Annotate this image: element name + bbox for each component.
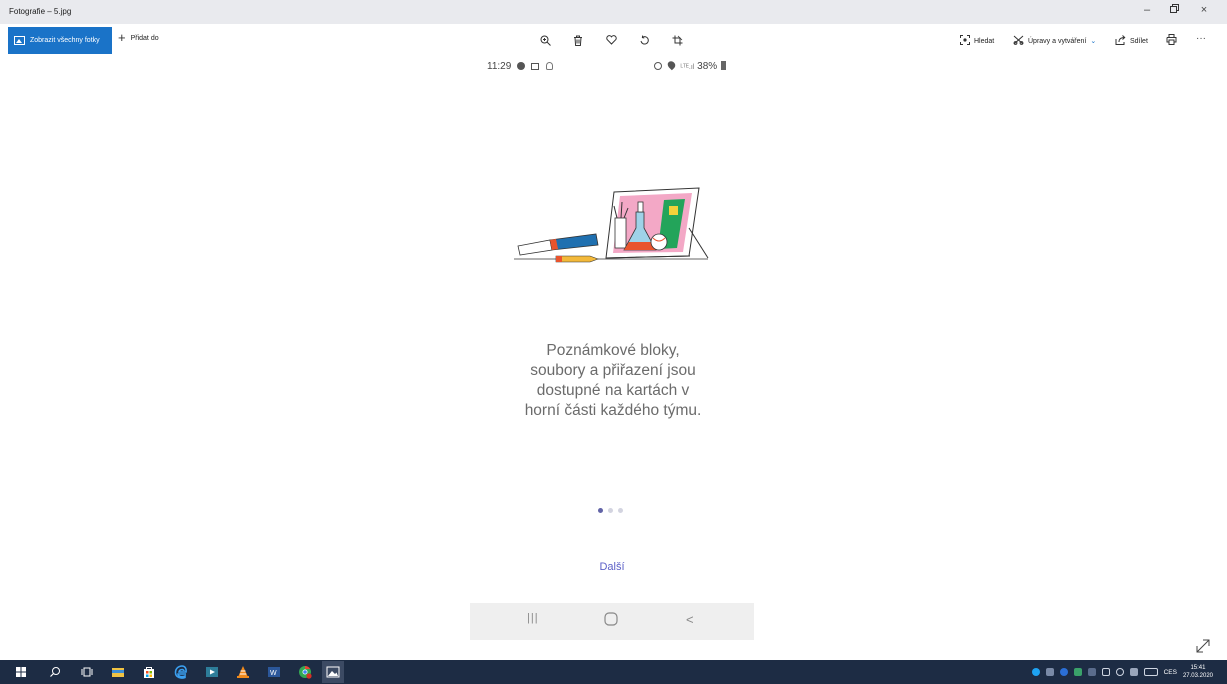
app-notification-icon xyxy=(545,62,553,70)
edit-create-icon xyxy=(1013,35,1024,47)
more-options-button[interactable]: ··· xyxy=(1196,33,1206,44)
tray-app-icon[interactable] xyxy=(1087,668,1096,676)
system-tray: CES 15:41 27.03.2020 xyxy=(1031,660,1227,684)
edit-create-button[interactable]: Úpravy a vytváření ⌄ xyxy=(1013,35,1096,47)
message-line: Poznámkové bloky, xyxy=(546,342,680,359)
battery-icon xyxy=(720,61,726,70)
add-to-label: Přidat do xyxy=(130,34,159,42)
search-label: Hledat xyxy=(974,37,995,45)
gallery-icon xyxy=(530,63,539,70)
android-nav-bar: ||| < xyxy=(470,603,754,640)
message-line: dostupné na kartách v xyxy=(536,382,690,399)
expand-icon[interactable] xyxy=(1195,638,1211,654)
photo-icon xyxy=(14,36,25,45)
search-icon xyxy=(960,35,970,47)
add-to-button[interactable]: + Přidat do xyxy=(118,30,159,45)
page-dot xyxy=(618,508,623,513)
edge-icon[interactable] xyxy=(174,665,188,679)
teams-files-illustration xyxy=(514,186,710,269)
clock-date: 27.03.2020 xyxy=(1182,673,1213,679)
svg-text:W: W xyxy=(270,670,277,677)
maximize-button[interactable] xyxy=(1163,4,1185,16)
keyboard-icon[interactable] xyxy=(1143,668,1158,676)
location-icon xyxy=(665,59,677,71)
network-icon[interactable] xyxy=(1101,668,1110,676)
facebook-icon xyxy=(517,62,526,70)
share-button[interactable]: Sdílet xyxy=(1115,35,1148,47)
signal-icon: ᴸᵀᴱ.ıl xyxy=(680,64,695,71)
close-button[interactable]: × xyxy=(1193,4,1215,16)
message-line: soubory a přiřazení jsou xyxy=(530,362,696,379)
word-icon[interactable]: W xyxy=(267,665,281,679)
title-bar: Fotografie – 5.jpg – × xyxy=(0,0,1227,24)
trash-icon[interactable] xyxy=(571,33,585,47)
chevron-down-icon: ⌄ xyxy=(1090,38,1097,45)
clock[interactable]: 15:41 27.03.2020 xyxy=(1183,664,1213,680)
windows-taskbar: W CES 15:41 27.03.2020 xyxy=(0,660,1227,684)
wifi-icon[interactable] xyxy=(1129,668,1138,676)
crop-icon[interactable] xyxy=(670,33,684,47)
file-explorer-icon[interactable] xyxy=(111,665,125,679)
print-icon xyxy=(1166,34,1177,47)
bluetooth-icon[interactable] xyxy=(1059,668,1068,676)
page-indicator xyxy=(598,508,623,513)
plus-icon: + xyxy=(118,30,126,45)
message-line: horní části každého týmu. xyxy=(524,402,702,419)
chrome-icon[interactable] xyxy=(298,665,312,679)
window-title: Fotografie – 5.jpg xyxy=(9,7,72,16)
photos-app-icon[interactable] xyxy=(322,661,344,683)
phone-time: 11:29 xyxy=(487,61,512,72)
image-tools xyxy=(538,33,684,47)
page-dot-active xyxy=(598,508,603,513)
start-icon[interactable] xyxy=(14,665,28,679)
alarm-icon xyxy=(654,62,662,70)
search-icon[interactable] xyxy=(48,665,62,679)
input-language[interactable]: CES xyxy=(1164,669,1177,676)
store-icon[interactable] xyxy=(142,665,156,679)
security-icon[interactable] xyxy=(1073,668,1082,676)
rotate-icon[interactable] xyxy=(637,33,651,47)
share-icon xyxy=(1115,35,1126,47)
photos-toolbar: Zobrazit všechny fotky + Přidat do Hleda… xyxy=(0,24,1227,56)
phone-status-left: 11:29 xyxy=(487,61,553,72)
tray-app-icon[interactable] xyxy=(1031,668,1040,676)
page-dot xyxy=(608,508,613,513)
media-player-icon[interactable] xyxy=(205,665,219,679)
print-button[interactable] xyxy=(1166,34,1177,47)
edit-create-label: Úpravy a vytváření xyxy=(1028,37,1087,45)
minimize-button[interactable]: – xyxy=(1136,4,1158,16)
heart-icon[interactable] xyxy=(604,33,618,47)
onboarding-message: Poznámkové bloky, soubory a přiřazení js… xyxy=(490,341,736,421)
task-view-icon[interactable] xyxy=(80,665,94,679)
share-label: Sdílet xyxy=(1130,37,1148,45)
back-button: < xyxy=(686,612,694,627)
phone-status-right: ᴸᵀᴱ.ıl 38% xyxy=(654,59,726,72)
tray-app-icon[interactable] xyxy=(1045,668,1054,676)
volume-icon[interactable] xyxy=(1115,668,1124,676)
search-button[interactable]: Hledat xyxy=(960,35,994,47)
zoom-icon[interactable] xyxy=(538,33,552,47)
next-button[interactable]: Další xyxy=(580,561,644,573)
home-button xyxy=(604,612,618,631)
view-all-photos-button[interactable]: Zobrazit všechny fotky xyxy=(8,27,112,54)
vlc-icon[interactable] xyxy=(236,665,250,679)
view-all-photos-label: Zobrazit všechny fotky xyxy=(30,37,100,44)
clock-time: 15:41 xyxy=(1190,665,1206,671)
battery-percent: 38% xyxy=(697,61,718,72)
recents-button: ||| xyxy=(527,612,539,624)
